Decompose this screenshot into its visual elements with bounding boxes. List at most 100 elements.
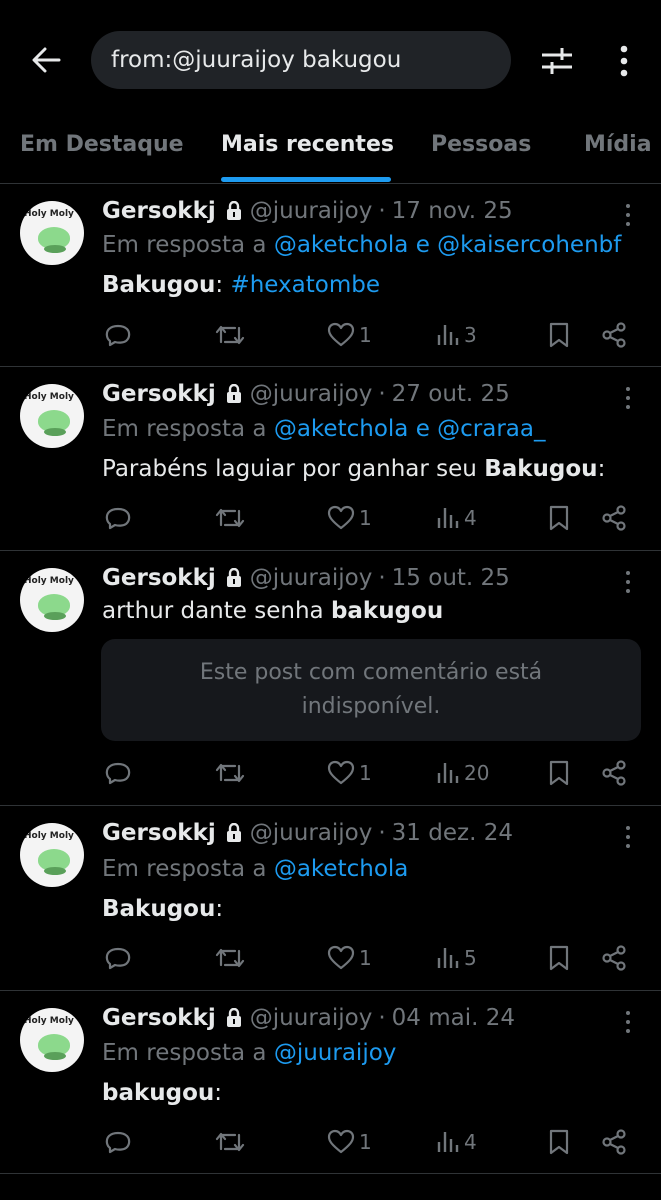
author-handle[interactable]: @juuraijoy <box>250 1005 373 1031</box>
post-date[interactable]: 31 dez. 24 <box>392 820 513 846</box>
reply-mention[interactable]: @craraa_ <box>437 416 545 442</box>
reply-mention[interactable]: @juuraijoy <box>274 1040 397 1066</box>
post-more-icon[interactable] <box>620 1009 636 1035</box>
repost-button[interactable] <box>215 938 245 978</box>
post-more-icon[interactable] <box>620 202 636 228</box>
avatar-text: Holy Moly <box>24 392 74 402</box>
like-button[interactable]: 1 <box>327 1122 372 1162</box>
separator: · <box>378 381 386 407</box>
post-date[interactable]: 15 out. 25 <box>392 565 510 591</box>
reply-button[interactable] <box>104 1122 132 1162</box>
author-handle[interactable]: @juuraijoy <box>250 820 373 846</box>
like-button[interactable]: 1 <box>327 498 372 538</box>
post-more-icon[interactable] <box>620 385 636 411</box>
share-button[interactable] <box>601 753 627 793</box>
like-button[interactable]: 1 <box>327 938 372 978</box>
post-actions: 1 5 <box>0 938 661 978</box>
tab-mais-recentes[interactable]: Mais recentes <box>221 132 394 157</box>
repost-button[interactable] <box>215 315 245 355</box>
bookmark-icon <box>549 1129 569 1155</box>
reply-mention[interactable]: @aketchola <box>274 856 409 882</box>
views-count: 4 <box>464 1130 477 1154</box>
reply-context: Em resposta a @juuraijoy <box>102 1040 396 1066</box>
filter-button[interactable] <box>536 40 578 82</box>
views-button[interactable]: 4 <box>436 498 477 538</box>
bookmark-button[interactable] <box>548 315 570 355</box>
avatar[interactable]: Holy Moly <box>20 568 84 632</box>
post-more-icon[interactable] <box>620 569 636 595</box>
bookmark-button[interactable] <box>548 938 570 978</box>
highlighted-term: Bakugou <box>102 896 216 922</box>
views-button[interactable]: 20 <box>436 753 489 793</box>
hashtag-link[interactable]: #hexatombe <box>230 272 380 298</box>
views-count: 3 <box>464 323 477 347</box>
unavailable-quote[interactable]: Este post com comentário está indisponív… <box>101 639 641 741</box>
repost-button[interactable] <box>215 753 245 793</box>
views-button[interactable]: 3 <box>436 315 477 355</box>
post-date[interactable]: 27 out. 25 <box>392 381 510 407</box>
post[interactable]: Holy Moly Gersokkj @juuraijoy · 27 out. … <box>0 367 661 551</box>
author-handle[interactable]: @juuraijoy <box>250 381 373 407</box>
comment-icon <box>105 947 131 970</box>
tab-midia[interactable]: Mídia <box>584 132 652 157</box>
post[interactable]: Holy Moly Gersokkj @juuraijoy · 15 out. … <box>0 551 661 806</box>
avatar[interactable]: Holy Moly <box>20 1008 84 1072</box>
more-options-button[interactable] <box>606 40 642 82</box>
top-bar: from:@juuraijoy bakugou <box>0 0 661 120</box>
repost-button[interactable] <box>215 498 245 538</box>
tab-em-destaque[interactable]: Em Destaque <box>20 132 184 157</box>
avatar-text: Holy Moly <box>24 1016 74 1026</box>
author-name[interactable]: Gersokkj <box>102 1005 216 1031</box>
post-more-icon[interactable] <box>620 824 636 850</box>
share-icon <box>602 760 626 786</box>
share-icon <box>602 1129 626 1155</box>
like-count: 1 <box>359 761 372 785</box>
bookmark-button[interactable] <box>548 753 570 793</box>
back-button[interactable] <box>26 40 66 80</box>
bookmark-button[interactable] <box>548 498 570 538</box>
reply-mention[interactable]: @aketchola <box>274 416 409 442</box>
author-name[interactable]: Gersokkj <box>102 381 216 407</box>
reply-mention[interactable]: @kaisercohenbf <box>437 232 621 258</box>
post-date[interactable]: 17 nov. 25 <box>392 198 513 224</box>
repost-icon <box>215 325 245 345</box>
tab-pessoas[interactable]: Pessoas <box>431 132 531 157</box>
share-button[interactable] <box>601 498 627 538</box>
author-handle[interactable]: @juuraijoy <box>250 198 373 224</box>
reply-prefix: Em resposta a <box>102 856 267 882</box>
avatar[interactable]: Holy Moly <box>20 384 84 448</box>
post-actions: 1 20 <box>0 753 661 793</box>
avatar[interactable]: Holy Moly <box>20 823 84 887</box>
reply-button[interactable] <box>104 315 132 355</box>
reply-button[interactable] <box>104 938 132 978</box>
author-name[interactable]: Gersokkj <box>102 198 216 224</box>
repost-button[interactable] <box>215 1122 245 1162</box>
text-colon: : <box>214 1080 223 1106</box>
lock-icon <box>226 822 242 843</box>
highlighted-term: Bakugou <box>484 456 598 482</box>
post[interactable]: Holy Moly Gersokkj @juuraijoy · 31 dez. … <box>0 806 661 991</box>
like-button[interactable]: 1 <box>327 753 372 793</box>
post[interactable]: Holy Moly Gersokkj @juuraijoy · 17 nov. … <box>0 184 661 367</box>
share-button[interactable] <box>601 938 627 978</box>
post[interactable]: Holy Moly Gersokkj @juuraijoy · 04 mai. … <box>0 991 661 1174</box>
like-button[interactable]: 1 <box>327 315 372 355</box>
comment-icon <box>105 762 131 785</box>
reply-button[interactable] <box>104 753 132 793</box>
views-button[interactable]: 4 <box>436 1122 477 1162</box>
avatar-figure-base <box>44 1052 66 1060</box>
avatar[interactable]: Holy Moly <box>20 201 84 265</box>
share-button[interactable] <box>601 315 627 355</box>
share-icon <box>602 322 626 348</box>
author-name[interactable]: Gersokkj <box>102 820 216 846</box>
reply-mention[interactable]: @aketchola <box>274 232 409 258</box>
search-input[interactable]: from:@juuraijoy bakugou <box>91 31 511 89</box>
bookmark-button[interactable] <box>548 1122 570 1162</box>
post-date[interactable]: 04 mai. 24 <box>392 1005 515 1031</box>
views-button[interactable]: 5 <box>436 938 477 978</box>
author-name[interactable]: Gersokkj <box>102 565 216 591</box>
author-handle[interactable]: @juuraijoy <box>250 565 373 591</box>
share-button[interactable] <box>601 1122 627 1162</box>
reply-button[interactable] <box>104 498 132 538</box>
bookmark-icon <box>549 505 569 531</box>
